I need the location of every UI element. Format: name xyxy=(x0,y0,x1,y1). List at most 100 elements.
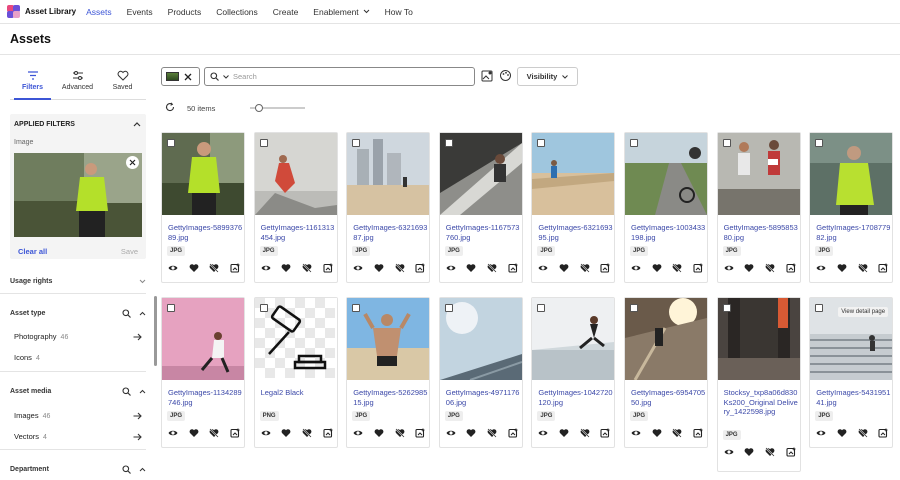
view-icon[interactable] xyxy=(816,428,826,438)
add-to-collection-icon[interactable] xyxy=(508,428,518,438)
asset-name-link[interactable]: GettyImages-170877982.jpg xyxy=(816,223,892,242)
clear-all-button[interactable]: Clear all xyxy=(18,247,47,256)
add-to-collection-icon[interactable] xyxy=(878,263,888,273)
view-icon[interactable] xyxy=(538,263,548,273)
image-search-chip[interactable] xyxy=(161,67,200,86)
asset-name-link[interactable]: GettyImages-1042720120.jpg xyxy=(538,388,614,407)
select-checkbox[interactable] xyxy=(444,304,453,312)
select-checkbox[interactable] xyxy=(352,139,361,147)
nav-item[interactable]: How To xyxy=(385,7,413,17)
asset-card[interactable]: GettyImages-632169387.jpg JPG xyxy=(346,132,431,283)
chevron-up-icon[interactable] xyxy=(139,389,146,394)
sidebar-scrollbar[interactable] xyxy=(154,296,157,366)
unfavorite-icon[interactable] xyxy=(209,428,219,438)
select-checkbox[interactable] xyxy=(815,304,824,312)
view-icon[interactable] xyxy=(446,428,456,438)
asset-card[interactable]: GettyImages-695470550.jpg JPG xyxy=(624,297,708,448)
view-icon[interactable] xyxy=(353,263,363,273)
favorite-icon[interactable] xyxy=(652,428,662,438)
palette-icon[interactable] xyxy=(499,69,512,82)
refresh-icon[interactable] xyxy=(165,102,175,112)
filter-option[interactable]: Vectors 4 xyxy=(14,432,142,441)
favorite-icon[interactable] xyxy=(281,263,291,273)
asset-card[interactable]: View detail page GettyImages-543195141.jp… xyxy=(809,297,894,448)
chevron-up-icon[interactable] xyxy=(139,311,146,316)
asset-name-link[interactable]: GettyImages-1167573760.jpg xyxy=(446,223,522,242)
view-icon[interactable] xyxy=(446,263,456,273)
add-to-collection-icon[interactable] xyxy=(693,263,703,273)
asset-name-link[interactable]: GettyImages-589937689.jpg xyxy=(168,223,244,242)
arrow-right-icon[interactable] xyxy=(133,333,142,341)
select-checkbox[interactable] xyxy=(722,139,731,147)
favorite-icon[interactable] xyxy=(466,263,476,273)
asset-card[interactable]: GettyImages-589937689.jpg JPG xyxy=(161,132,245,283)
nav-item[interactable]: Collections xyxy=(216,7,258,17)
search-icon[interactable] xyxy=(122,309,131,318)
view-icon[interactable] xyxy=(261,263,271,273)
select-checkbox[interactable] xyxy=(259,139,268,147)
add-to-collection-icon[interactable] xyxy=(323,263,333,273)
detail-tooltip[interactable]: View detail page xyxy=(838,307,889,317)
visibility-dropdown[interactable]: Visibility xyxy=(517,67,578,86)
add-to-collection-icon[interactable] xyxy=(415,428,425,438)
arrow-right-icon[interactable] xyxy=(133,433,142,441)
nav-item[interactable]: Assets xyxy=(86,7,112,17)
brand-name[interactable]: Asset Library xyxy=(25,7,76,16)
asset-card[interactable]: GettyImages-1167573760.jpg JPG xyxy=(438,132,523,283)
add-to-collection-icon[interactable] xyxy=(600,428,610,438)
save-filter-button[interactable]: Save xyxy=(121,247,138,256)
favorite-icon[interactable] xyxy=(559,263,569,273)
chevron-up-icon[interactable] xyxy=(133,121,141,127)
asset-card[interactable]: GettyImages-1042720120.jpg JPG xyxy=(531,297,616,448)
chevron-up-icon[interactable] xyxy=(139,467,146,472)
filter-option[interactable]: Images 46 xyxy=(14,411,142,420)
select-checkbox[interactable] xyxy=(167,304,175,312)
select-checkbox[interactable] xyxy=(630,139,638,147)
tab-saved[interactable]: Saved xyxy=(100,70,145,99)
asset-name-link[interactable]: Stocksy_txp8a06d830Ks200_Original Delive… xyxy=(724,388,800,417)
asset-name-link[interactable]: GettyImages-526298515.jpg xyxy=(353,388,429,407)
unfavorite-icon[interactable] xyxy=(302,428,312,438)
filter-option[interactable]: Photography 46 xyxy=(14,332,142,341)
asset-card[interactable]: Stocksy_txp8a06d830Ks200_Original Delive… xyxy=(716,297,801,472)
unfavorite-icon[interactable] xyxy=(857,263,868,273)
add-to-collection-icon[interactable] xyxy=(415,263,425,273)
view-icon[interactable] xyxy=(538,428,548,438)
add-to-collection-icon[interactable] xyxy=(693,428,703,438)
select-checkbox[interactable] xyxy=(259,304,268,312)
asset-card[interactable]: Legal2 Black PNG xyxy=(253,297,338,448)
favorite-icon[interactable] xyxy=(281,428,291,438)
unfavorite-icon[interactable] xyxy=(394,263,405,273)
asset-name-link[interactable]: GettyImages-632169387.jpg xyxy=(353,223,429,242)
asset-card[interactable]: GettyImages-632169395.jpg JPG xyxy=(531,132,616,283)
nav-item[interactable]: Enablement xyxy=(313,7,370,17)
search-icon[interactable] xyxy=(122,387,131,396)
view-icon[interactable] xyxy=(631,428,641,438)
select-checkbox[interactable] xyxy=(722,304,731,312)
filter-section-header[interactable]: Department xyxy=(10,465,146,474)
filter-option[interactable]: Icons 4 xyxy=(14,353,142,362)
select-checkbox[interactable] xyxy=(537,139,546,147)
select-checkbox[interactable] xyxy=(537,304,546,312)
add-to-collection-icon[interactable] xyxy=(230,263,240,273)
filter-section-header[interactable]: Usage rights xyxy=(10,278,146,285)
tab-filters[interactable]: Filters xyxy=(10,70,55,100)
view-icon[interactable] xyxy=(353,428,363,438)
unfavorite-icon[interactable] xyxy=(765,263,775,273)
favorite-icon[interactable] xyxy=(189,428,199,438)
asset-card[interactable]: GettyImages-1003433198.jpg JPG xyxy=(624,132,708,283)
view-icon[interactable] xyxy=(724,263,734,273)
view-icon[interactable] xyxy=(816,263,826,273)
asset-name-link[interactable]: GettyImages-497117606.jpg xyxy=(446,388,522,407)
add-to-collection-icon[interactable] xyxy=(323,428,333,438)
nav-item[interactable]: Create xyxy=(273,7,299,17)
select-checkbox[interactable] xyxy=(444,139,453,147)
unfavorite-icon[interactable] xyxy=(487,263,497,273)
asset-card[interactable]: GettyImages-1161313454.jpg JPG xyxy=(253,132,338,283)
unfavorite-icon[interactable] xyxy=(302,263,312,273)
tab-advanced[interactable]: Advanced xyxy=(55,70,100,99)
asset-name-link[interactable]: GettyImages-1003433198.jpg xyxy=(631,223,707,242)
unfavorite-icon[interactable] xyxy=(209,263,219,273)
add-to-collection-icon[interactable] xyxy=(786,447,796,457)
search-input[interactable]: Search xyxy=(204,67,475,86)
